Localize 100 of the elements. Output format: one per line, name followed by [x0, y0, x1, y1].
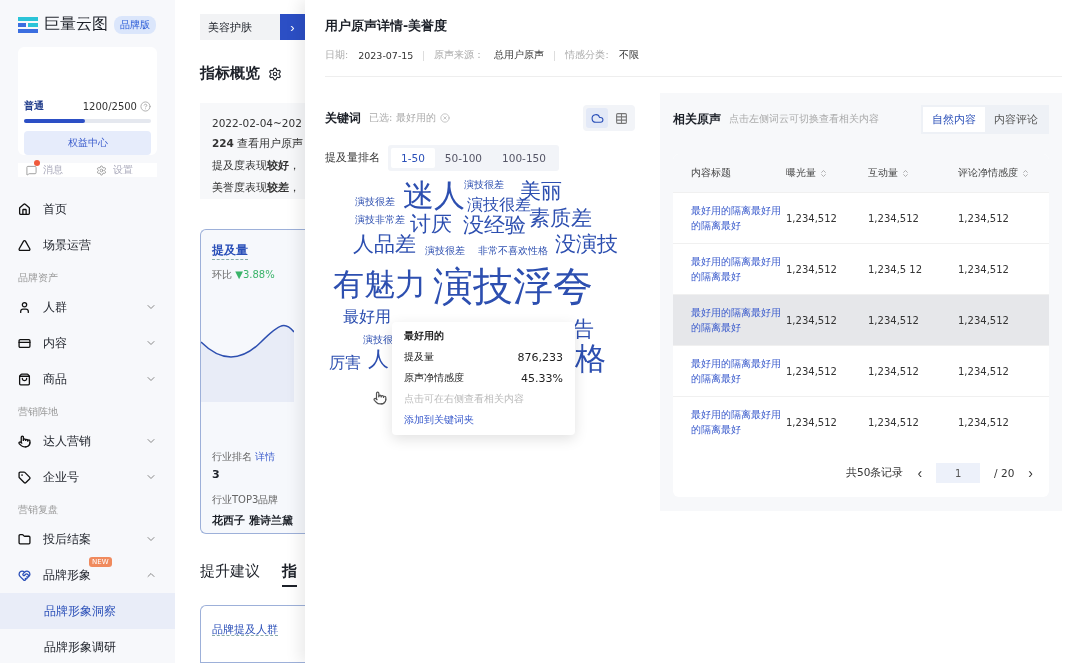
next-page-button[interactable]: › [1028, 465, 1033, 481]
nav-item[interactable]: 内容 [0, 325, 175, 361]
drawer-title: 用户原声详情-美誉度 [325, 18, 449, 35]
sort-icon [819, 168, 828, 178]
filter-label: 情感分类: [565, 49, 609, 62]
section-title: 指标概览 [200, 64, 260, 83]
cloud-word[interactable]: 厉害 [329, 355, 361, 371]
section-tab[interactable]: 指 [282, 562, 297, 588]
cloud-view-button[interactable] [586, 108, 608, 128]
range-tab[interactable]: 50-100 [434, 148, 493, 168]
cloud-word[interactable]: 演技浮夸 [433, 266, 593, 306]
nav-item[interactable]: 人群 [0, 289, 175, 325]
summary-line: 224 查看用户原声 [212, 137, 305, 151]
nav-subitem[interactable]: 品牌形象洞察 [0, 593, 175, 629]
filter-label: 日期: [325, 49, 349, 62]
cloud-word[interactable]: 告 [573, 319, 594, 340]
page-input[interactable]: 1 [936, 463, 981, 483]
related-title: 相关原声 [673, 111, 721, 128]
cloud-word[interactable]: 最好用 [343, 309, 391, 325]
tooltip-label: 提及量 [404, 351, 434, 364]
nav-item[interactable]: 投后结案 [0, 521, 175, 557]
column-header: 内容标题 [691, 166, 731, 180]
tooltip-value: 876,233 [517, 351, 563, 364]
picked-keyword: 已选: 最好用的 [369, 111, 436, 125]
nav-item[interactable]: 场景运营 [0, 227, 175, 263]
cloud-word[interactable]: 没演技 [555, 234, 618, 255]
table-cell-text: 1,234,512 [868, 416, 920, 428]
cloud-word[interactable]: 非常不喜欢性格 [478, 246, 548, 256]
nav-section-title: 品牌资产 [17, 271, 59, 285]
logo-text: 巨量云图 [44, 14, 108, 35]
content-title-link[interactable]: 最好用的隔离最好用的隔离最好 [691, 355, 786, 387]
table-cell-text: 1,234,512 [958, 416, 1010, 428]
column-header[interactable]: 评论净情感度 [958, 166, 1030, 180]
table-cell-text: 1,234,512 [786, 416, 838, 428]
content-title-link[interactable]: 最好用的隔离最好用的隔离最好 [691, 253, 786, 285]
summary-line: 2022-02-04~202 [212, 117, 303, 129]
cloud-word[interactable]: 演技非常差 [355, 215, 405, 225]
house-icon [18, 202, 31, 216]
table-cell-text: 1,234,512 [958, 263, 1010, 275]
nav-item[interactable]: 达人营销 [0, 423, 175, 459]
pointer-hand-icon [18, 434, 31, 448]
next-button[interactable]: › [280, 14, 305, 40]
table-cell-text: 1,234,512 [786, 212, 838, 224]
category-select[interactable]: 美容护肤 [200, 14, 280, 40]
top-brands: 花西子 雅诗兰黛 [212, 512, 294, 528]
column-header[interactable]: 互动量 [868, 166, 910, 180]
cloud-word[interactable]: 素质差 [529, 208, 592, 229]
rank-label: 行业排名 详情 [212, 449, 277, 464]
triangle-icon [18, 238, 31, 252]
change-text: 环比 ▼3.88% [212, 267, 276, 282]
settings-icon[interactable] [268, 66, 282, 81]
range-tab[interactable]: 1-50 [391, 148, 435, 168]
table-cell-text: 1,234,512 [868, 365, 920, 377]
summary-line: 美誉度表现较差， [212, 181, 301, 195]
content-title-link[interactable]: 最好用的隔离最好用的隔离最好 [691, 304, 786, 336]
content-title-link[interactable]: 最好用的隔离最好用的隔离最好 [691, 202, 786, 234]
nav-section-title: 营销复盘 [17, 503, 59, 517]
table-cell-text: 1,234,5 12 [868, 263, 924, 275]
tooltip-value: 45.33% [521, 372, 563, 385]
account-level-label: 普通 [24, 99, 44, 113]
tooltip-title: 最好用的 [404, 330, 445, 343]
prev-page-button[interactable]: ‹ [917, 465, 923, 481]
section-tab[interactable]: 提升建议 [200, 562, 260, 588]
cloud-word[interactable]: 演技很差 [355, 197, 395, 207]
nav-item[interactable]: 首页 [0, 191, 175, 227]
add-keyword-link[interactable]: 添加到关键词夹 [404, 414, 563, 427]
cloud-word[interactable]: 迷人 [403, 180, 465, 211]
content-tab[interactable]: 内容评论 [985, 107, 1047, 132]
metric-title: 提及量 [212, 241, 248, 260]
cloud-word[interactable]: 人品差 [353, 234, 416, 255]
nav-item[interactable]: 企业号 [0, 459, 175, 495]
table-cell-text: 1,234,512 [786, 314, 838, 326]
cloud-word[interactable]: 格 [575, 343, 606, 374]
filter-value: 不限 [618, 49, 639, 62]
cloud-word[interactable]: 讨厌 [410, 214, 452, 235]
cloud-word[interactable]: 人 [368, 349, 389, 370]
hand-cursor-icon [373, 391, 387, 405]
cloud-word[interactable]: 没经验 [463, 215, 526, 236]
nav-label: 场景运营 [43, 236, 92, 254]
total-records: 共50条记录 [846, 466, 904, 480]
cloud-word[interactable]: 演技很 [363, 335, 393, 345]
cloud-word[interactable]: 有魅力 [333, 269, 426, 300]
sort-icon [901, 168, 910, 178]
folder-icon [18, 532, 31, 546]
tag-icon [18, 470, 31, 484]
nav-item[interactable]: 商品 [0, 361, 175, 397]
column-header[interactable]: 曝光量 [786, 166, 828, 180]
table-icon [614, 111, 628, 125]
content-tab[interactable]: 自然内容 [923, 107, 985, 132]
cloud-word[interactable]: 演技很差 [425, 246, 465, 256]
summary-line: 提及度表现较好， [212, 159, 301, 173]
nav-subitem[interactable]: 品牌形象调研 [0, 629, 175, 663]
filter-value: 总用户原声 [494, 49, 545, 62]
range-tab[interactable]: 100-150 [492, 148, 556, 168]
benefits-button[interactable]: 权益中心 [24, 131, 151, 155]
related-hint: 点击左侧词云可切换查看相关内容 [729, 113, 879, 126]
table-cell-text: 1,234,512 [868, 212, 920, 224]
content-title-link[interactable]: 最好用的隔离最好用的隔离最好 [691, 406, 786, 438]
cloud-word[interactable]: 演技很差 [464, 180, 504, 190]
nav-label: 首页 [43, 200, 68, 218]
